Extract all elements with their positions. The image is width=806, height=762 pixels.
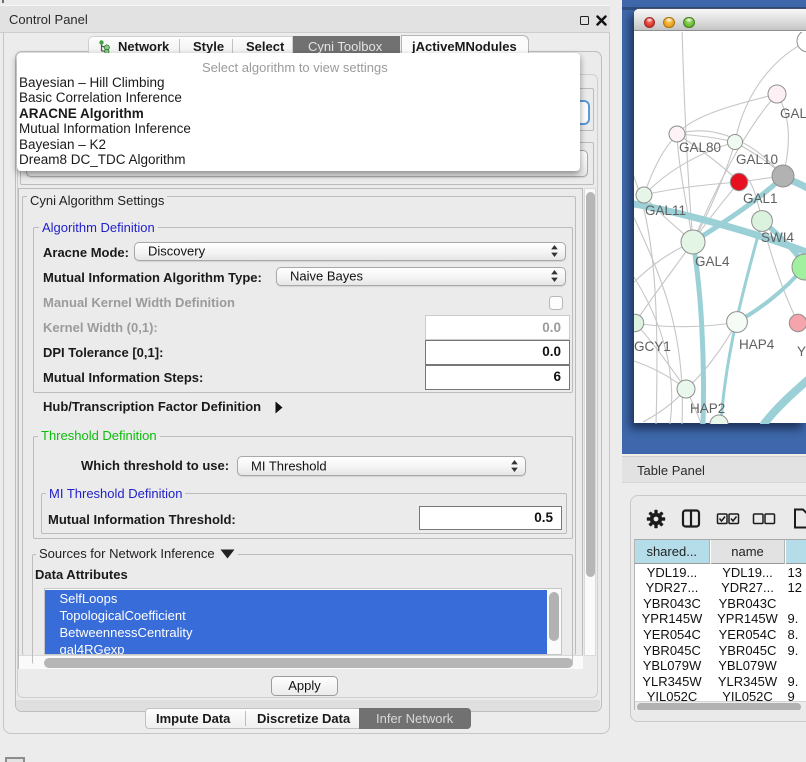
svg-text:GCY1: GCY1 (634, 339, 671, 354)
svg-text:GAL1: GAL1 (743, 191, 778, 206)
svg-text:GAL80: GAL80 (679, 140, 721, 155)
svg-text:GAL10: GAL10 (736, 152, 778, 167)
svg-text:GAL11: GAL11 (645, 203, 686, 218)
svg-text:Y: Y (797, 344, 806, 359)
svg-text:HAP4: HAP4 (739, 337, 775, 352)
svg-text:SWI4: SWI4 (761, 230, 794, 245)
svg-text:HAP2: HAP2 (690, 401, 725, 416)
svg-text:GAL4: GAL4 (695, 254, 730, 269)
svg-text:GAL: GAL (780, 106, 806, 121)
